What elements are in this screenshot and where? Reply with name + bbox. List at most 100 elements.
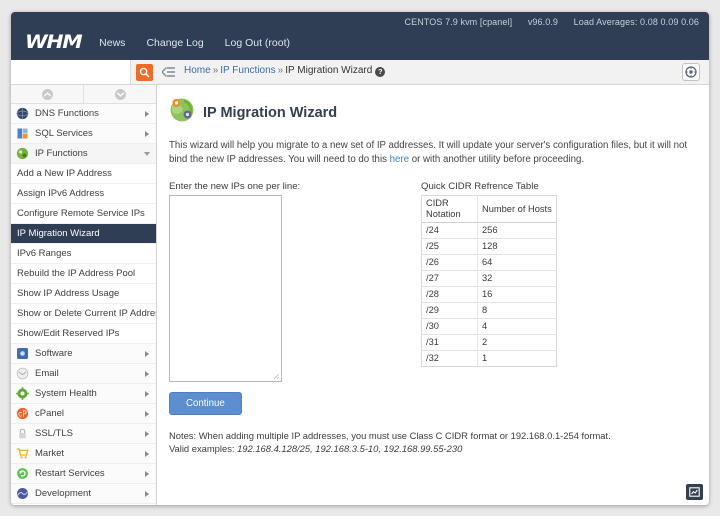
sidebar-item-configure-remote-service-ips[interactable]: Configure Remote Service IPs <box>11 204 156 224</box>
sidebar-group-sql-services[interactable]: SQL Services <box>11 124 156 144</box>
sidebar-item-show-edit-reserved-ips[interactable]: Show/Edit Reserved IPs <box>11 324 156 344</box>
sidebar-item-ipv6-ranges[interactable]: IPv6 Ranges <box>11 244 156 264</box>
nav-link-log-out[interactable]: Log Out (root) <box>225 37 290 49</box>
chevron-right-icon <box>145 111 149 117</box>
sidebar-group-label: Market <box>35 448 65 459</box>
top-header-bar: CENTOS 7.9 kvm [cpanel] v96.0.9 Load Ave… <box>11 12 709 60</box>
form-columns: Enter the new IPs one per line: Quick CI… <box>169 181 695 382</box>
close-icon[interactable] <box>682 63 700 81</box>
sidebar-group-market[interactable]: Market <box>11 444 156 464</box>
sidebar-group-dns-functions[interactable]: DNS Functions <box>11 104 156 124</box>
table-row: /24 256 <box>421 222 557 239</box>
sidebar-group-cpanel[interactable]: cP cPanel <box>11 404 156 424</box>
sidebar-group-ssl-tls[interactable]: SSL/TLS <box>11 424 156 444</box>
sidebar-group-label: Email <box>35 368 59 379</box>
sidebar-group-development[interactable]: Development <box>11 484 156 504</box>
cidr-table-title: Quick CIDR Refrence Table <box>421 181 539 192</box>
sidebar-group-label: IP Functions <box>35 148 88 159</box>
sidebar-item-ip-migration-wizard[interactable]: IP Migration Wizard <box>11 224 156 244</box>
chevron-right-icon <box>145 471 149 477</box>
search-icon[interactable] <box>136 64 153 81</box>
help-icon[interactable]: ? <box>375 67 386 77</box>
top-nav: News Change Log Log Out (root) <box>99 37 311 49</box>
table-row: /30 4 <box>421 318 557 335</box>
sidebar-item-rebuild-the-ip-address-pool[interactable]: Rebuild the IP Address Pool <box>11 264 156 284</box>
sidebar-item-show-ip-address-usage[interactable]: Show IP Address Usage <box>11 284 156 304</box>
breadcrumb: Home» IP Functions» IP Migration Wizard? <box>184 65 386 77</box>
sidebar: DNS Functions SQL Services IP Functions … <box>11 85 157 505</box>
load-averages: Load Averages: 0.08 0.09 0.06 <box>573 17 699 27</box>
sidebar-group-label: SQL Services <box>35 128 93 139</box>
cell-hosts: 1 <box>482 353 488 363</box>
sidebar-group-label: DNS Functions <box>35 108 99 119</box>
email-icon <box>16 367 29 380</box>
sidebar-group-ip-functions[interactable]: IP Functions <box>11 144 156 164</box>
cell-hosts: 32 <box>477 270 557 287</box>
table-row: /28 16 <box>421 286 557 303</box>
notes-examples-prefix: Valid examples: <box>169 443 238 454</box>
column-header-cidr-notation: CIDR Notation <box>421 195 478 223</box>
here-link[interactable]: here <box>390 154 409 165</box>
sidebar-item-add-a-new-ip-address[interactable]: Add a New IP Address <box>11 164 156 184</box>
chevron-down-icon <box>114 88 126 100</box>
chevron-down-icon <box>144 152 150 156</box>
breadcrumb-bar: Home» IP Functions» IP Migration Wizard? <box>11 60 709 85</box>
table-header-row: CIDR Notation Number of Hosts <box>421 195 557 223</box>
table-row: /26 64 <box>421 254 557 271</box>
globe-icon <box>16 107 29 120</box>
breadcrumb-current: IP Migration Wizard <box>285 65 373 76</box>
whm-version: v96.0.9 <box>527 17 559 27</box>
breadcrumb-separator-1: » <box>212 65 219 76</box>
nav-link-news[interactable]: News <box>99 37 125 49</box>
collapse-menu-icon[interactable] <box>161 66 176 79</box>
cell-hosts: 8 <box>477 302 557 319</box>
sidebar-group-restart-services[interactable]: Restart Services <box>11 464 156 484</box>
cell-hosts: 256 <box>477 222 557 239</box>
notes-line-2: Valid examples: 192.168.4.128/25, 192.16… <box>169 442 695 455</box>
system-info: CENTOS 7.9 kvm [cpanel] v96.0.9 Load Ave… <box>392 17 699 27</box>
sidebar-group-label: Software <box>35 348 73 359</box>
page-body: DNS Functions SQL Services IP Functions … <box>11 85 709 505</box>
breadcrumb-ip-functions[interactable]: IP Functions <box>220 65 275 76</box>
sidebar-group-label: Restart Services <box>35 468 105 479</box>
ip-migration-globe-icon <box>169 97 195 128</box>
cell-cidr: /31 <box>421 334 478 351</box>
nav-link-change-log[interactable]: Change Log <box>146 37 203 49</box>
sidebar-group-label: cPanel <box>35 408 65 419</box>
gear-icon <box>16 387 29 400</box>
statistics-icon[interactable] <box>686 484 703 500</box>
cell-hosts: 128 <box>477 238 557 255</box>
cidr-reference-table: CIDR Notation Number of Hosts /24 256 /2… <box>421 195 557 367</box>
cell-cidr: /32 <box>421 350 478 367</box>
cell-cidr: /30 <box>421 318 478 335</box>
sidebar-group-label: SSL/TLS <box>35 428 74 439</box>
software-icon <box>16 347 29 360</box>
chevron-right-icon <box>145 491 149 497</box>
continue-button[interactable]: Continue <box>169 392 242 415</box>
resize-grip-icon[interactable] <box>273 373 280 380</box>
chevron-right-icon <box>145 391 149 397</box>
collapse-all-button[interactable] <box>11 85 84 103</box>
ip-addresses-textarea[interactable] <box>169 195 282 382</box>
sidebar-group-software[interactable]: Software <box>11 344 156 364</box>
sidebar-group-email[interactable]: Email <box>11 364 156 384</box>
sidebar-group-plugins[interactable]: Plugins <box>11 504 156 505</box>
expand-all-button[interactable] <box>84 85 156 103</box>
page-title: IP Migration Wizard <box>203 104 338 121</box>
lock-icon <box>16 427 29 440</box>
cell-cidr: /29 <box>421 302 478 319</box>
table-row: /29 8 <box>421 302 557 319</box>
database-icon <box>16 127 29 140</box>
table-row: /25 128 <box>421 238 557 255</box>
sidebar-item-show-or-delete-current-ip-addresses[interactable]: Show or Delete Current IP Addresses <box>11 304 156 324</box>
notes-block: Notes: When adding multiple IP addresses… <box>169 429 695 455</box>
description-text-2: or with another utility before proceedin… <box>409 153 585 165</box>
brand-row: WHM News Change Log Log Out (root) <box>11 33 311 52</box>
breadcrumb-left-pad <box>11 60 131 84</box>
cidr-reference-column: Quick CIDR Refrence Table CIDR Notation … <box>421 181 695 382</box>
sidebar-group-label: System Health <box>35 388 97 399</box>
sidebar-group-system-health[interactable]: System Health <box>11 384 156 404</box>
breadcrumb-home[interactable]: Home <box>184 65 211 76</box>
cell-hosts: 64 <box>477 254 557 271</box>
sidebar-item-assign-ipv6-address[interactable]: Assign IPv6 Address <box>11 184 156 204</box>
